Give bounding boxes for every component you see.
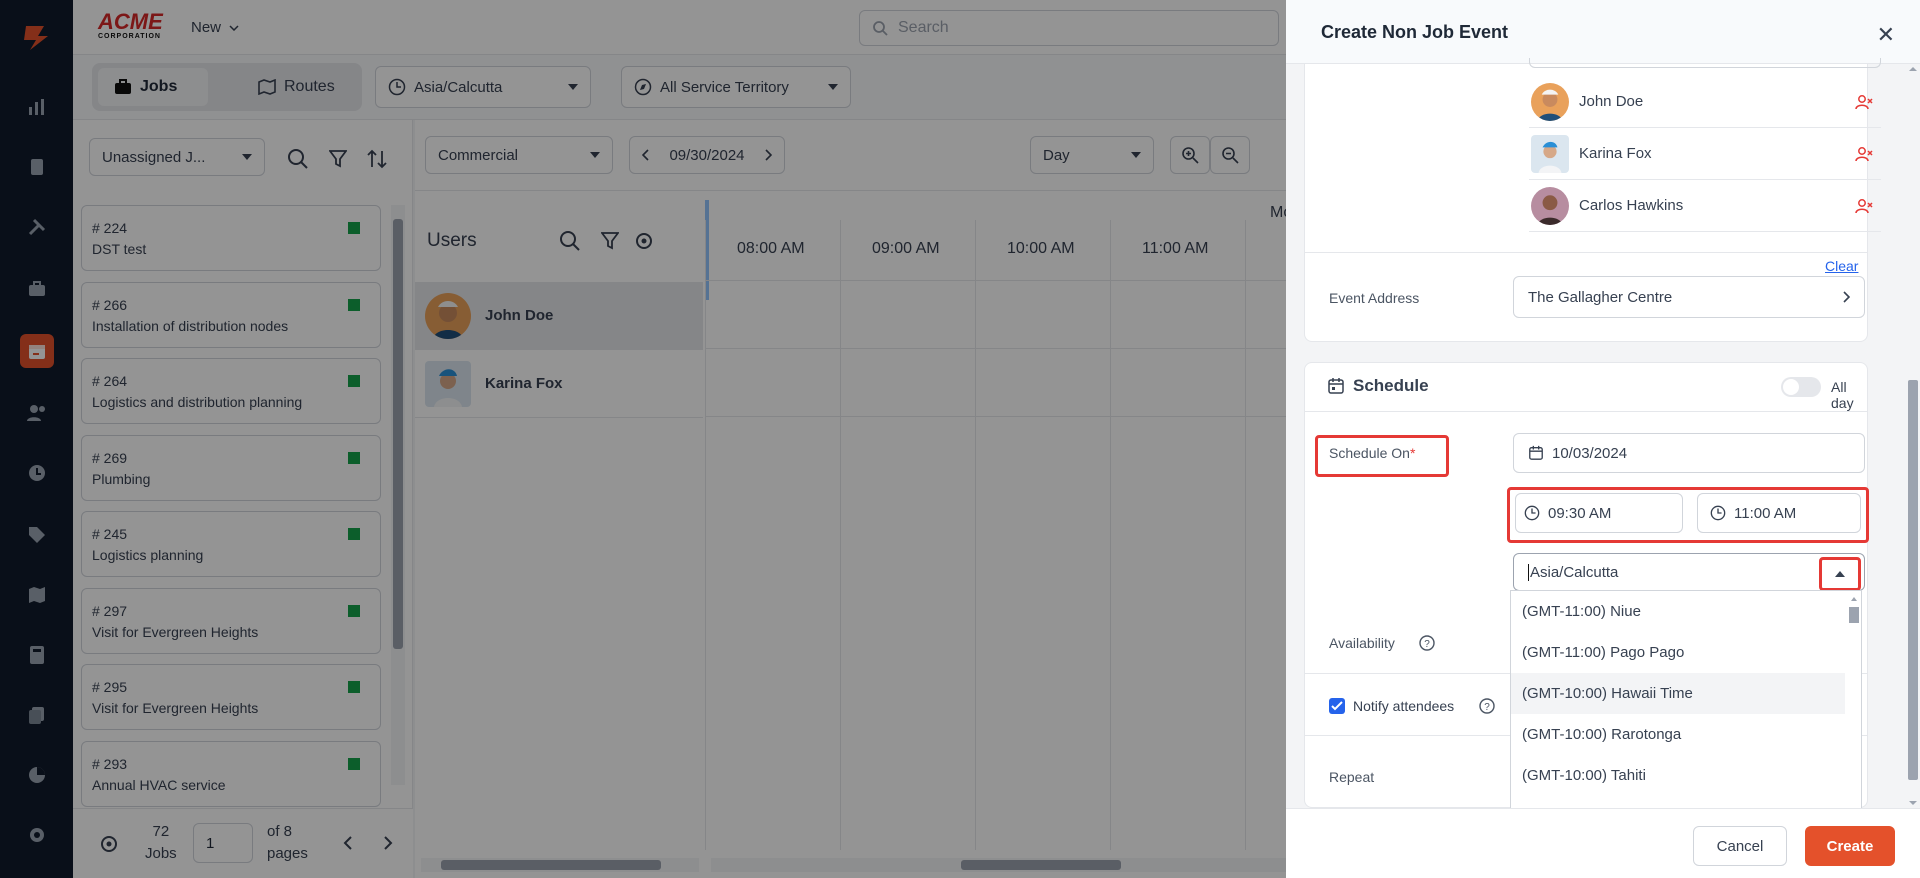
date-value: 10/03/2024 (1552, 444, 1628, 462)
timezone-combobox[interactable]: Asia/Calcutta (1513, 553, 1865, 591)
help-icon[interactable]: ? (1479, 698, 1495, 714)
schedule-date-field[interactable]: 10/03/2024 (1513, 433, 1865, 473)
attendee-name: John Doe (1579, 93, 1644, 110)
remove-user-icon[interactable] (1855, 198, 1873, 214)
cancel-button[interactable]: Cancel (1693, 826, 1787, 866)
timezone-options-list: (GMT-11:00) Niue (GMT-11:00) Pago Pago (… (1510, 590, 1862, 818)
clock-icon (1710, 505, 1726, 521)
caret-up-icon (1851, 597, 1857, 601)
avatar (1531, 134, 1569, 173)
create-event-drawer: Create Non Job Event ✕ John Doe Karina F… (1286, 0, 1920, 878)
attendee-name: Karina Fox (1579, 145, 1652, 162)
event-address-field[interactable]: The Gallagher Centre (1513, 276, 1865, 318)
start-time-value: 09:30 AM (1548, 504, 1612, 522)
attendee-name: Carlos Hawkins (1579, 197, 1684, 214)
attendee-row: Karina Fox (1529, 128, 1881, 180)
timezone-option[interactable]: (GMT-10:00) Tahiti (1511, 755, 1845, 796)
availability-label: Availability (1329, 635, 1395, 651)
caret-down-icon (1909, 801, 1917, 805)
repeat-label: Repeat (1329, 769, 1375, 785)
end-time-field[interactable]: 11:00 AM (1697, 493, 1861, 533)
timezone-option[interactable]: (GMT-10:00) Hawaii Time (1511, 673, 1845, 714)
schedule-heading: Schedule (1353, 376, 1429, 395)
attendee-row: John Doe (1529, 76, 1881, 128)
options-scrollbar[interactable] (1847, 595, 1861, 815)
chevron-right-icon (1843, 291, 1850, 303)
all-day-label: All day (1831, 379, 1854, 411)
calendar-icon (1328, 378, 1344, 394)
timezone-input-value: Asia/Calcutta (1528, 563, 1619, 581)
svg-text:?: ? (1484, 702, 1490, 713)
end-time-value: 11:00 AM (1734, 504, 1797, 522)
calendar-icon (1529, 445, 1543, 460)
drawer-footer: Cancel Create (1286, 808, 1920, 878)
timezone-option[interactable]: (GMT-10:00) Rarotonga (1511, 714, 1845, 755)
all-day-toggle[interactable] (1781, 377, 1821, 397)
drawer-scrollbar[interactable] (1906, 64, 1920, 808)
start-time-field[interactable]: 09:30 AM (1515, 493, 1683, 533)
timezone-option[interactable]: (GMT-11:00) Pago Pago (1511, 632, 1845, 673)
modal-backdrop[interactable] (0, 0, 1286, 878)
drawer-title: Create Non Job Event (1321, 22, 1509, 42)
caret-up-icon (1835, 571, 1845, 577)
avatar (1531, 82, 1569, 121)
close-icon[interactable]: ✕ (1877, 22, 1895, 48)
caret-up-icon (1909, 67, 1917, 71)
attendee-row: Carlos Hawkins (1529, 180, 1881, 232)
highlight-box (1315, 435, 1449, 477)
address-label: Event Address (1329, 290, 1420, 306)
clock-icon (1524, 505, 1540, 521)
notify-checkbox[interactable] (1329, 698, 1345, 714)
drawer-header: Create Non Job Event ✕ (1286, 0, 1920, 64)
attendees-section: John Doe Karina Fox Carlos Hawkins Clear… (1304, 58, 1881, 342)
address-value: The Gallagher Centre (1528, 288, 1673, 306)
dropdown-toggle-button[interactable] (1819, 557, 1861, 591)
create-button[interactable]: Create (1805, 826, 1895, 866)
timezone-option[interactable]: (GMT-11:00) Niue (1511, 591, 1845, 632)
notify-label: Notify attendees (1353, 698, 1455, 714)
help-icon[interactable]: ? (1419, 635, 1435, 651)
clear-link[interactable]: Clear (1825, 258, 1858, 274)
attendee-input[interactable] (1529, 58, 1881, 68)
svg-text:?: ? (1424, 639, 1430, 650)
divider (1305, 411, 1867, 412)
remove-user-icon[interactable] (1855, 94, 1873, 110)
divider (1305, 252, 1867, 253)
avatar (1531, 186, 1569, 225)
remove-user-icon[interactable] (1855, 146, 1873, 162)
